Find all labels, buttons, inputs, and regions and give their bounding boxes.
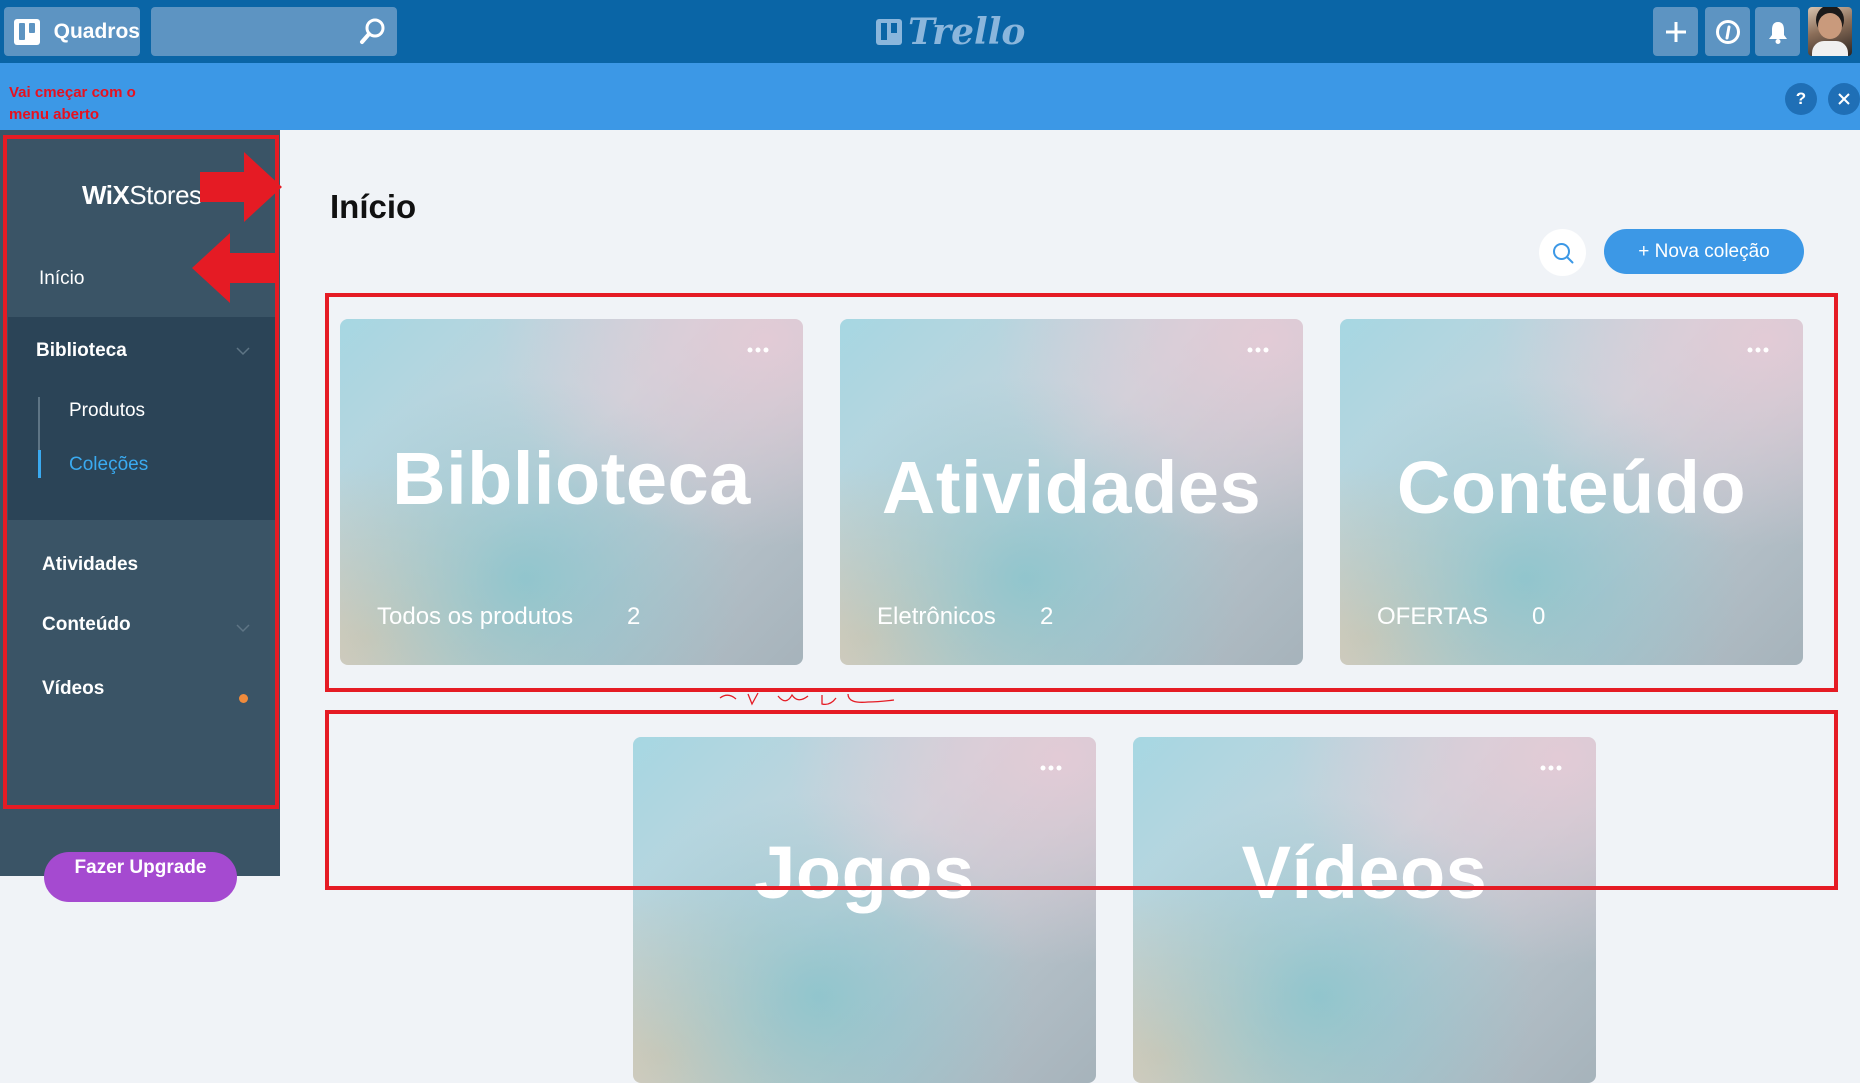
boards-button[interactable]: Quadros — [4, 7, 140, 56]
add-button[interactable] — [1653, 7, 1698, 56]
help-button[interactable]: ? — [1785, 83, 1817, 115]
page-title: Início — [330, 188, 417, 225]
bell-icon — [1768, 21, 1787, 44]
annotation-note: Vai cmeçar com o menu aberto — [9, 84, 136, 123]
search-box[interactable] — [151, 7, 397, 56]
search-input[interactable] — [151, 7, 375, 56]
annotation-scribble — [719, 692, 895, 706]
trello-logo-icon — [876, 19, 902, 45]
boards-label: Quadros — [53, 19, 140, 43]
boards-icon — [14, 18, 40, 45]
collection-search-button[interactable] — [1539, 229, 1586, 276]
top-bar: Quadros Trello — [0, 0, 1860, 63]
user-avatar[interactable] — [1808, 7, 1852, 56]
info-bar — [0, 63, 1860, 130]
search-icon[interactable] — [359, 17, 387, 45]
help-icon: ? — [1795, 89, 1807, 108]
close-icon — [1838, 93, 1850, 105]
info-button[interactable] — [1705, 7, 1750, 56]
search-icon — [1552, 242, 1573, 263]
upgrade-button[interactable]: Fazer Upgrade — [44, 852, 237, 902]
plus-icon — [1665, 21, 1686, 42]
trello-logo-text: Trello — [908, 11, 1026, 53]
annotation-box-row2 — [325, 710, 1838, 890]
red-arrow-right-icon — [200, 152, 282, 222]
info-icon — [1715, 19, 1740, 44]
red-arrow-left-icon — [192, 233, 276, 303]
close-button[interactable] — [1828, 83, 1860, 115]
new-collection-button[interactable]: + Nova coleção — [1604, 229, 1804, 274]
notifications-button[interactable] — [1755, 7, 1800, 56]
trello-logo[interactable]: Trello — [876, 11, 1026, 53]
annotation-box-row1 — [325, 293, 1838, 692]
